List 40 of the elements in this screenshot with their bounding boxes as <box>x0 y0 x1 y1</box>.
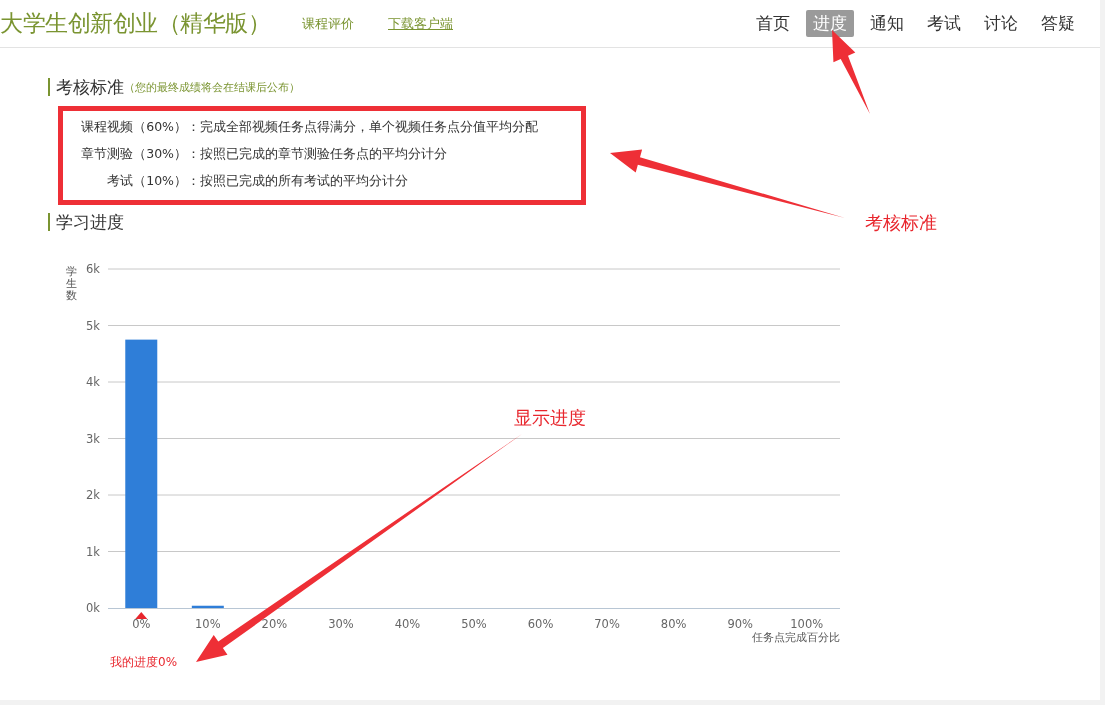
criterion-name: 章节测验（30%） <box>80 146 187 163</box>
criterion-name: 课程视频（60%） <box>80 119 187 136</box>
x-tick-label: 0% <box>132 617 151 631</box>
x-tick-label: 100% <box>790 617 824 631</box>
nav-tab[interactable]: 考试 <box>920 10 968 37</box>
course-title: 大学生创新创业（精华版） <box>0 9 270 38</box>
x-tick-label: 80% <box>660 617 687 631</box>
y-axis-label: 学生数 <box>66 265 77 302</box>
x-tick-label: 60% <box>527 617 554 631</box>
x-tick-label: 20% <box>261 617 288 631</box>
nav-tab[interactable]: 通知 <box>863 10 911 37</box>
y-tick-label: 6k <box>86 262 100 276</box>
nav-tab[interactable]: 首页 <box>749 10 797 37</box>
header-link[interactable]: 课程评价 <box>302 14 354 33</box>
my-progress-label: 我的进度0% <box>110 655 178 669</box>
nav-tab[interactable]: 答疑 <box>1034 10 1082 37</box>
nav-tab[interactable]: 讨论 <box>977 10 1025 37</box>
annotation-label: 考核标准 <box>865 211 937 235</box>
criterion-description: ：完成全部视频任务点得满分，单个视频任务点分值平均分配 <box>187 119 539 136</box>
y-tick-label: 2k <box>86 488 100 502</box>
section-title: 学习进度 <box>56 210 124 234</box>
criterion-description: ：按照已完成的所有考试的平均分计分 <box>187 173 409 190</box>
x-tick-label: 90% <box>727 617 753 631</box>
x-tick-label: 50% <box>461 617 487 631</box>
x-tick-label: 70% <box>594 617 620 631</box>
x-axis-label: 任务点完成百分比 <box>752 631 840 644</box>
header-link[interactable]: 下载客户端 <box>388 14 453 33</box>
criterion-name: 考试（10%） <box>106 173 187 190</box>
section-title: 考核标准 <box>56 75 124 99</box>
y-tick-label: 1k <box>86 544 100 559</box>
x-tick-label: 30% <box>328 617 354 631</box>
y-tick-label: 0k <box>86 601 100 615</box>
section-note: （您的最终成绩将会在结课后公布） <box>124 79 300 95</box>
y-tick-label: 4k <box>86 375 100 389</box>
x-tick-label: 40% <box>394 617 421 631</box>
criterion-description: ：按照已完成的章节测验任务点的平均分计分 <box>187 146 448 163</box>
y-tick-label: 3k <box>86 431 100 446</box>
x-tick-label: 10% <box>195 617 221 631</box>
annotation-label: 显示进度 <box>514 406 586 430</box>
y-tick-label: 5k <box>86 318 100 333</box>
